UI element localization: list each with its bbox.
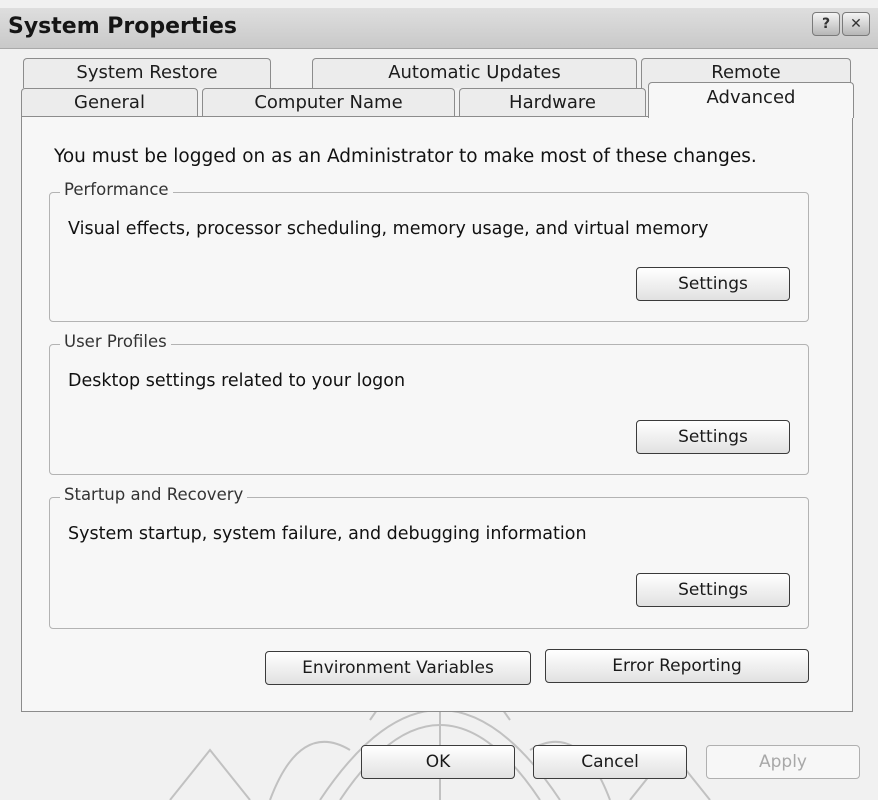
performance-description: Visual effects, processor scheduling, me… (68, 219, 709, 239)
apply-button: Apply (706, 745, 860, 779)
startup-recovery-settings-button[interactable]: Settings (636, 573, 790, 607)
user-profiles-settings-button[interactable]: Settings (636, 420, 790, 454)
help-button[interactable]: ? (812, 12, 840, 36)
title-bar[interactable]: System Properties ? ✕ (0, 8, 878, 49)
tab-hardware[interactable]: Hardware (459, 88, 646, 118)
environment-variables-button[interactable]: Environment Variables (265, 651, 531, 685)
startup-recovery-description: System startup, system failure, and debu… (68, 524, 587, 544)
window-title: System Properties (8, 14, 237, 39)
tab-system-restore[interactable]: System Restore (23, 58, 271, 88)
tab-computer-name[interactable]: Computer Name (202, 88, 455, 118)
startup-recovery-group: Startup and Recovery System startup, sys… (49, 485, 809, 629)
user-profiles-description: Desktop settings related to your logon (68, 371, 406, 391)
close-button[interactable]: ✕ (842, 12, 870, 36)
user-profiles-legend: User Profiles (60, 332, 171, 351)
error-reporting-button[interactable]: Error Reporting (545, 649, 809, 683)
tab-advanced[interactable]: Advanced (648, 82, 854, 118)
startup-recovery-legend: Startup and Recovery (60, 485, 248, 504)
admin-note: You must be logged on as an Administrato… (54, 146, 757, 167)
performance-settings-button[interactable]: Settings (636, 267, 790, 301)
ok-button[interactable]: OK (361, 745, 515, 779)
user-profiles-group: User Profiles Desktop settings related t… (49, 332, 809, 475)
system-properties-window: System Properties ? ✕ System Restore Aut… (0, 0, 878, 800)
performance-legend: Performance (60, 180, 173, 199)
tab-general[interactable]: General (21, 88, 198, 118)
performance-group: Performance Visual effects, processor sc… (49, 180, 809, 322)
tab-automatic-updates[interactable]: Automatic Updates (312, 58, 637, 88)
cancel-button[interactable]: Cancel (533, 745, 687, 779)
